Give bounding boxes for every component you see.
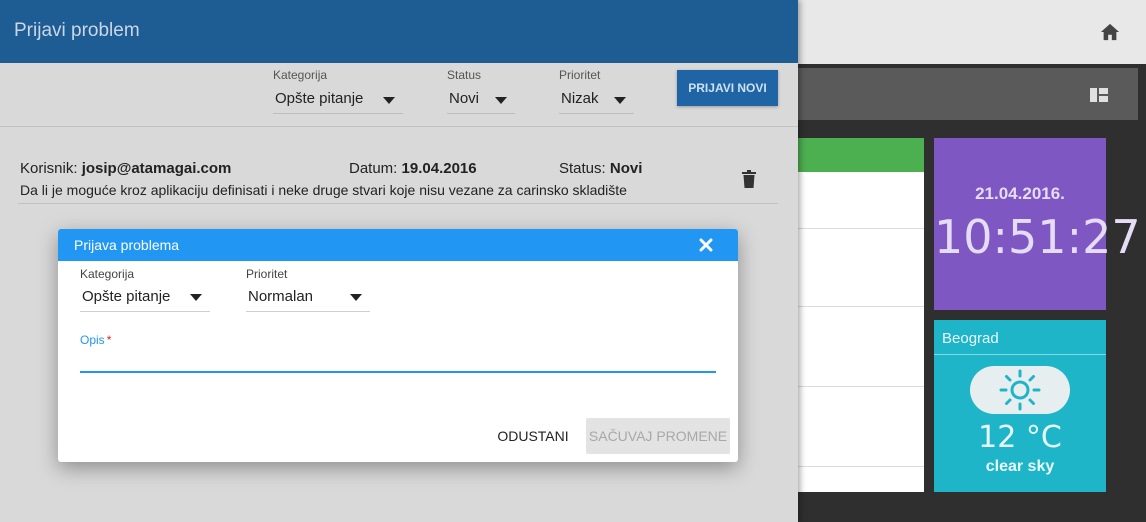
dialog-title: Prijava problema — [74, 237, 180, 253]
dialog-header: Prijava problema — [58, 229, 738, 261]
ticket-status-label: Status: — [559, 160, 606, 177]
report-problem-dialog: Prijava problema Kategorija Opšte pitanj… — [58, 229, 738, 462]
ticket-date: Datum: 19.04.2016 — [349, 160, 477, 177]
close-icon[interactable] — [699, 238, 713, 252]
filter-priority-select[interactable]: Nizak — [559, 89, 634, 114]
ticket-description: Da li je moguće kroz aplikaciju definisa… — [20, 182, 627, 198]
filter-category-value: Opšte pitanje — [275, 90, 364, 107]
grid-icon[interactable] — [1090, 88, 1108, 102]
trash-icon[interactable] — [742, 170, 756, 188]
panel-divider — [798, 386, 924, 387]
panel-header — [798, 138, 924, 172]
chevron-down-icon — [190, 294, 202, 301]
panel-divider — [798, 306, 924, 307]
weather-divider — [934, 354, 1106, 355]
weather-city: Beograd — [942, 330, 999, 347]
dialog-category-select[interactable]: Opšte pitanje — [80, 286, 210, 312]
cancel-button[interactable]: ODUSTANI — [492, 418, 574, 454]
ticket-user-value: josip@atamagai.com — [81, 160, 232, 177]
description-field: Opis * — [80, 331, 716, 373]
description-label: Opis — [80, 333, 105, 347]
description-input[interactable] — [80, 349, 716, 371]
ticket-user: Korisnik: josip@atamagai.com — [20, 160, 231, 177]
sun-icon — [999, 369, 1041, 411]
filter-priority-label: Prioritet — [559, 68, 601, 82]
filter-status-select[interactable]: Novi — [447, 89, 515, 114]
panel-divider — [798, 466, 924, 467]
filter-category-label: Kategorija — [273, 68, 328, 82]
ticket-status-value: Novi — [609, 160, 643, 177]
dialog-priority-value: Normalan — [248, 288, 314, 305]
ticket-row: Korisnik: josip@atamagai.com Datum: 19.0… — [18, 156, 778, 204]
chevron-down-icon — [614, 97, 626, 104]
filter-status-value: Novi — [449, 90, 480, 107]
filter-priority: Prioritet Nizak — [559, 68, 634, 114]
ticket-date-label: Datum: — [349, 160, 398, 177]
dialog-priority-label: Prioritet — [246, 267, 288, 281]
dialog-category-field: Kategorija Opšte pitanje — [80, 267, 210, 312]
filter-status-label: Status — [447, 68, 482, 82]
weather-description: clear sky — [985, 458, 1055, 475]
ticket-user-label: Korisnik: — [20, 160, 78, 177]
filter-priority-value: Nizak — [561, 90, 599, 107]
ticket-date-value: 19.04.2016 — [401, 160, 477, 177]
report-new-button[interactable]: PRIJAVI NOVI — [677, 70, 778, 106]
dialog-category-value: Opšte pitanje — [82, 288, 171, 305]
filter-category: Kategorija Opšte pitanje — [273, 68, 403, 114]
save-changes-button[interactable]: SAČUVAJ PROMENE — [586, 418, 730, 454]
ticket-status: Status: Novi — [559, 160, 642, 177]
dialog-priority-select[interactable]: Normalan — [246, 286, 370, 312]
clock-tile: 21.04.2016. 10:51:27 — [934, 138, 1141, 310]
filter-status: Status Novi — [447, 68, 515, 114]
dashboard-list-panel — [798, 138, 924, 492]
weather-temperature: 12 °C — [978, 420, 1062, 455]
chevron-down-icon — [383, 97, 395, 104]
drawer-title: Prijavi problem — [14, 20, 140, 41]
required-mark: * — [106, 333, 112, 347]
home-icon[interactable] — [1099, 22, 1121, 42]
chevron-down-icon — [495, 97, 507, 104]
clock-date: 21.04.2016. — [975, 184, 1065, 203]
drawer-header: Prijavi problem — [0, 0, 798, 63]
dialog-priority-field: Prioritet Normalan — [246, 267, 370, 312]
panel-divider — [798, 228, 924, 229]
dialog-category-label: Kategorija — [80, 267, 135, 281]
filter-category-select[interactable]: Opšte pitanje — [273, 89, 403, 114]
chevron-down-icon — [350, 294, 362, 301]
drawer-divider — [0, 126, 798, 127]
weather-icon-pill — [970, 366, 1070, 414]
clock-time: 10:51:27 — [934, 210, 1141, 264]
weather-tile: Beograd 12 °C clear sky — [934, 320, 1106, 492]
dashboard-toolbar — [798, 68, 1138, 120]
